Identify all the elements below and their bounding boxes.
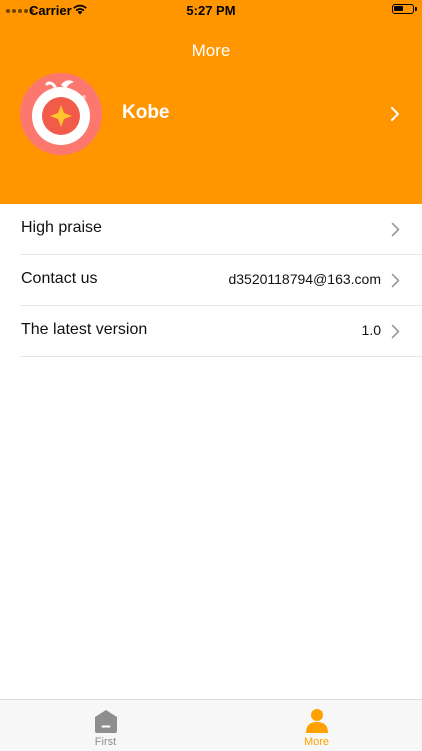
- chevron-right-icon: [391, 107, 399, 121]
- list-item-contact-us[interactable]: Contact us d3520118794@163.com: [20, 255, 422, 306]
- tab-first[interactable]: First: [0, 700, 211, 751]
- home-icon: [95, 710, 117, 733]
- tab-bar: First More: [0, 699, 422, 751]
- tab-label: More: [303, 736, 330, 748]
- tab-label: First: [94, 736, 117, 748]
- chevron-right-icon: [391, 324, 400, 339]
- list-item-latest-version[interactable]: The latest version 1.0: [20, 306, 422, 357]
- username: Kobe: [122, 102, 170, 123]
- avatar: [20, 73, 102, 155]
- contact-email: d3520118794@163.com: [228, 271, 381, 287]
- tab-more[interactable]: More: [211, 700, 422, 751]
- status-bar: Carrier 5:27 PM: [0, 0, 422, 22]
- list-item-high-praise[interactable]: High praise: [20, 204, 422, 255]
- settings-list: High praise Contact us d3520118794@163.c…: [0, 204, 422, 357]
- person-icon: [306, 709, 328, 733]
- status-time: 5:27 PM: [186, 3, 236, 18]
- profile-row[interactable]: Kobe: [0, 70, 422, 156]
- chevron-right-icon: [391, 273, 400, 288]
- list-item-label: High praise: [21, 219, 102, 236]
- chevron-right-icon: [391, 222, 400, 237]
- list-item-label: Contact us: [21, 270, 98, 287]
- battery-icon: [392, 4, 417, 14]
- list-item-label: The latest version: [21, 321, 148, 338]
- version-number: 1.0: [361, 322, 381, 338]
- page-title: More: [191, 41, 231, 60]
- header: Carrier 5:27 PM More Kobe: [0, 0, 422, 204]
